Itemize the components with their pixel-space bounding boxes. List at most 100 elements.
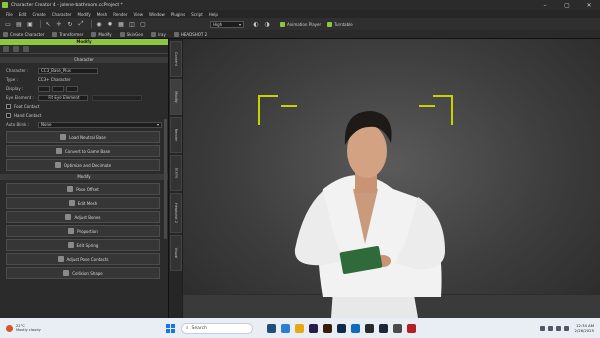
modify-button[interactable]: Modify	[91, 31, 112, 37]
decimate-icon	[54, 162, 61, 168]
optimize-decimate-button[interactable]: Optimize and Decimate	[6, 159, 160, 171]
view-icon[interactable]: ◫	[128, 20, 136, 28]
menu-help[interactable]: Help	[209, 12, 218, 17]
premiere-icon[interactable]	[309, 323, 318, 333]
menu-view[interactable]: View	[134, 12, 144, 17]
render-settings-icon[interactable]: ◐	[252, 20, 260, 28]
save-icon[interactable]: ▣	[26, 20, 34, 28]
select-tool-icon[interactable]: ↖	[44, 20, 52, 28]
menu-window[interactable]: Window	[149, 12, 165, 17]
character-creator-taskbar-icon[interactable]	[365, 323, 374, 333]
menu-render[interactable]: Render	[113, 12, 127, 17]
light-icon[interactable]: ✹	[106, 20, 114, 28]
display-mode-button-1[interactable]	[38, 85, 50, 92]
menu-modify[interactable]: Modify	[78, 12, 91, 17]
rotate-tool-icon[interactable]: ↻	[66, 20, 74, 28]
start-button[interactable]	[166, 323, 175, 333]
open-folder-icon[interactable]: ▤	[15, 20, 23, 28]
grid-icon[interactable]: ▦	[117, 20, 125, 28]
battery-icon[interactable]	[563, 325, 569, 331]
menu-character[interactable]: Character	[52, 12, 72, 17]
tab-headshot[interactable]: Headshot 2	[170, 193, 182, 233]
pose-offset-button[interactable]: Pose Offset	[6, 183, 160, 195]
fit-eye-element-button[interactable]: Fit Eye Element	[38, 94, 88, 101]
3d-viewport[interactable]	[183, 39, 600, 318]
steam-icon[interactable]	[379, 323, 388, 333]
menu-plugins[interactable]: Plugins	[171, 12, 185, 17]
proportion-button[interactable]: Proportion	[6, 225, 160, 237]
menu-script[interactable]: Script	[191, 12, 203, 17]
headshot-button[interactable]: HEADSHOT 2	[173, 31, 207, 37]
photoshop-icon[interactable]	[337, 323, 346, 333]
task-view-icon[interactable]	[267, 323, 276, 333]
iray-button[interactable]: Iray	[151, 31, 166, 37]
menu-create[interactable]: Create	[32, 12, 45, 17]
convert-game-base-button[interactable]: Convert to Game Base	[6, 145, 160, 157]
edge-browser-icon[interactable]	[281, 323, 290, 333]
panel-scrollbar[interactable]	[164, 119, 167, 239]
camera-icon[interactable]: ◉	[95, 20, 103, 28]
eye-element-row: Eye Element : Fit Eye Element	[0, 93, 168, 102]
menu-mesh[interactable]: Mesh	[97, 12, 108, 17]
iray-icon	[151, 31, 157, 37]
app-taskbar-icon[interactable]	[393, 323, 402, 333]
new-project-icon[interactable]: ▭	[4, 20, 12, 28]
move-tool-icon[interactable]: ✛	[55, 20, 63, 28]
tab-visual[interactable]: Visual	[170, 235, 182, 271]
auto-blink-dropdown[interactable]: None ▾	[38, 121, 162, 128]
load-neutral-base-button[interactable]: Load Neutral Base	[6, 131, 160, 143]
minimize-button[interactable]: –	[534, 0, 556, 10]
frame-icon[interactable]: ▢	[139, 20, 147, 28]
attribute-tab-icon[interactable]	[3, 46, 9, 52]
illustrator-icon[interactable]	[323, 323, 332, 333]
app-red-taskbar-icon[interactable]	[407, 323, 416, 333]
taskbar-search-box[interactable]: ⌕ Search	[181, 322, 253, 334]
quality-dropdown[interactable]: High ▾	[210, 20, 244, 28]
character-row: Character : CC3_Base_Plus	[0, 66, 168, 75]
maximize-button[interactable]: ▢	[556, 0, 578, 10]
tab-scene[interactable]: Scene	[170, 155, 182, 191]
edit-mesh-button[interactable]: Edit Mesh	[6, 197, 160, 209]
tab-content[interactable]: Content	[170, 41, 182, 77]
display-mode-button-3[interactable]	[66, 85, 78, 92]
edit-spring-button[interactable]: Edit Spring	[6, 239, 160, 251]
collision-shape-button[interactable]: Collision Shape	[6, 267, 160, 279]
menu-file[interactable]: File	[6, 12, 13, 17]
tab-render[interactable]: Render	[170, 117, 182, 153]
create-character-label: Create Character	[10, 31, 45, 37]
close-button[interactable]: ✕	[578, 0, 600, 10]
adjust-bones-button[interactable]: Adjust Bones	[6, 211, 160, 223]
material-tab-icon[interactable]	[13, 46, 19, 52]
weather-widget[interactable]: 22°C Mostly cloudy	[6, 324, 66, 332]
pose-contacts-icon	[57, 256, 64, 262]
skin-gen-button[interactable]: SkinGen	[119, 31, 143, 37]
mode-toolbar: Create Character Transformer Modify Skin…	[0, 30, 600, 39]
animation-player-button[interactable]: Animation Player	[280, 21, 321, 27]
network-icon[interactable]	[547, 325, 553, 331]
display-mode-button-2[interactable]	[52, 85, 64, 92]
foot-contact-row[interactable]: Foot Contact	[0, 102, 168, 111]
create-character-button[interactable]: Create Character	[3, 31, 45, 37]
foot-contact-checkbox[interactable]	[6, 104, 11, 109]
mail-icon[interactable]	[351, 323, 360, 333]
hand-contact-row[interactable]: Hand Contact	[0, 111, 168, 120]
hand-contact-checkbox[interactable]	[6, 113, 11, 118]
volume-icon[interactable]	[555, 325, 561, 331]
turntable-button[interactable]: Turntable	[327, 21, 353, 27]
adjust-pose-contacts-button[interactable]: Adjust Pose Contacts	[6, 253, 160, 265]
modify-section-header[interactable]: Modify	[0, 174, 168, 180]
character-model[interactable]	[183, 39, 600, 318]
taskbar-clock[interactable]: 12:34 AM 2/26/2025	[575, 323, 594, 333]
file-explorer-icon[interactable]	[295, 323, 304, 333]
character-icon	[3, 31, 8, 37]
menu-edit[interactable]: Edit	[19, 12, 27, 17]
motion-tab-icon[interactable]	[23, 46, 29, 52]
tab-modify[interactable]: Modify	[170, 79, 182, 115]
shadow-icon[interactable]: ◑	[263, 20, 271, 28]
transformer-button[interactable]: Transformer	[52, 31, 83, 37]
foot-contact-label: Foot Contact	[14, 104, 40, 109]
scale-tool-icon[interactable]: ⤢	[77, 20, 85, 28]
chevron-up-icon[interactable]	[539, 325, 545, 331]
character-name-field[interactable]: CC3_Base_Plus	[38, 67, 98, 74]
character-section-header[interactable]: Character	[0, 57, 168, 63]
